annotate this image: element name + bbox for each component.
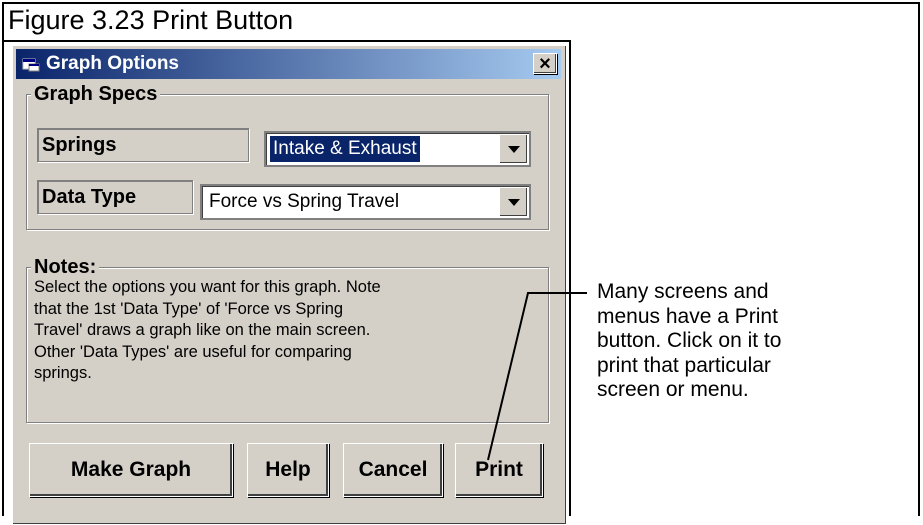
callout-line: screen or menu. — [597, 378, 749, 401]
callout-line: menus have a Print — [597, 304, 778, 328]
callout-line: Many screens and — [597, 280, 769, 303]
callout-line: print that particular — [597, 353, 771, 377]
callout-text: Many screens and menus have a Print butt… — [597, 280, 781, 403]
callout-pointer — [487, 292, 587, 461]
callout-line: button. Click on it to — [597, 329, 782, 352]
